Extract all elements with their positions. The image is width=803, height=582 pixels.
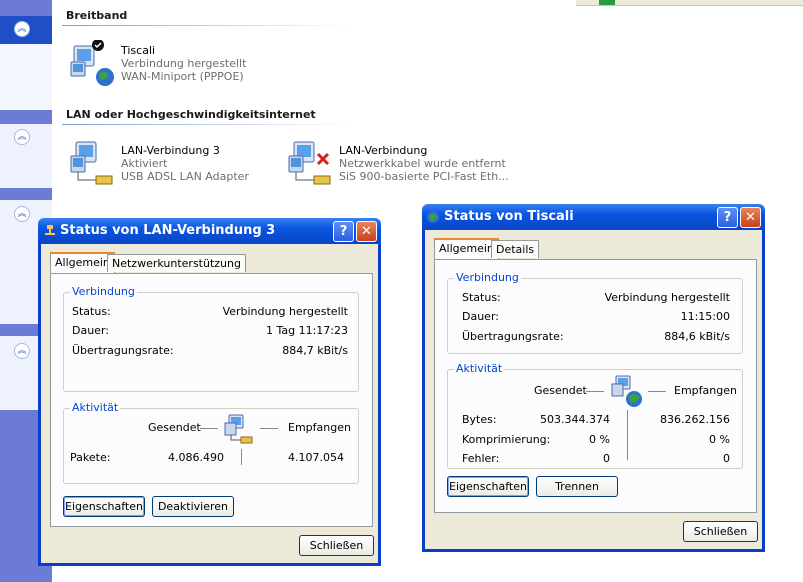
status-value: Verbindung hergestellt <box>222 305 348 318</box>
dialog-lan-status: Status von LAN-Verbindung 3 ? ✕ Allgemei… <box>38 218 381 566</box>
tab-general[interactable]: Allgemein <box>434 238 499 259</box>
disable-button[interactable]: Deaktivieren <box>152 496 234 517</box>
connection-status-tiscali: Verbindung hergestellt <box>121 57 247 70</box>
lan-disconnected-icon[interactable] <box>286 138 334 193</box>
packets-label: Pakete: <box>70 451 111 464</box>
sent-label: Gesendet <box>148 421 201 434</box>
globe-icon <box>427 211 439 223</box>
divider <box>200 428 218 429</box>
connection-device-tiscali: WAN-Miniport (PPPOE) <box>121 70 244 83</box>
go-icon[interactable] <box>599 0 615 5</box>
errors-label: Fehler: <box>462 452 500 465</box>
collapse-chevron-icon[interactable]: ︽ <box>14 21 30 37</box>
duration-label: Dauer: <box>462 310 499 323</box>
connection-status-lan: Netzwerkkabel wurde entfernt <box>339 157 506 170</box>
divider <box>627 410 628 460</box>
connection-device-lan3: USB ADSL LAN Adapter <box>121 170 249 183</box>
task-pane-block-1 <box>0 44 52 110</box>
compression-label: Komprimierung: <box>462 433 551 446</box>
connection-status-lan3: Aktiviert <box>121 157 168 170</box>
received-label: Empfangen <box>674 384 737 397</box>
network-icon <box>45 225 55 235</box>
help-button[interactable]: ? <box>717 207 738 228</box>
close-button[interactable]: Schließen <box>299 535 374 556</box>
speed-label: Übertragungsrate: <box>462 330 564 343</box>
divider <box>648 391 666 392</box>
bytes-received-value: 836.262.156 <box>660 413 730 426</box>
help-button[interactable]: ? <box>333 221 354 242</box>
group-activity-legend: Aktivität <box>454 362 505 375</box>
group-title-broadband: Breitband <box>66 9 128 22</box>
close-button[interactable]: Schließen <box>683 521 758 542</box>
divider <box>260 428 278 429</box>
properties-button[interactable]: Eigenschaften <box>63 496 145 517</box>
tab-panel-general: Verbindung Status: Verbindung hergestell… <box>50 273 373 527</box>
group-title-lan: LAN oder Hochgeschwindigkeitsinternet <box>66 108 316 121</box>
lan-connection-icon[interactable] <box>68 138 114 193</box>
divider <box>241 449 242 465</box>
group-connection: Verbindung Status: Verbindung hergestell… <box>447 271 743 354</box>
collapse-chevron-icon[interactable]: ︽ <box>14 129 30 145</box>
errors-sent-value: 0 <box>603 452 610 465</box>
group-activity: Aktivität Gesendet Empfangen Bytes: 503.… <box>447 362 743 469</box>
bytes-sent-value: 503.344.374 <box>540 413 610 426</box>
errors-received-value: 0 <box>723 452 730 465</box>
status-label: Status: <box>72 305 111 318</box>
packets-received-value: 4.107.054 <box>288 451 344 464</box>
collapse-chevron-icon[interactable]: ︽ <box>14 343 30 359</box>
dialog-tiscali-status: Status von Tiscali ? ✕ Allgemein Details… <box>422 204 765 552</box>
group-connection: Verbindung Status: Verbindung hergestell… <box>63 285 359 392</box>
speed-value: 884,6 kBit/s <box>664 330 730 343</box>
connection-name-lan[interactable]: LAN-Verbindung <box>339 144 427 157</box>
broadband-activity-icon <box>611 375 642 407</box>
disconnect-button[interactable]: Trennen <box>536 476 618 497</box>
received-label: Empfangen <box>288 421 351 434</box>
dialog-titlebar[interactable]: Status von Tiscali ? ✕ <box>422 204 765 230</box>
divider <box>586 391 604 392</box>
tab-details[interactable]: Details <box>491 240 540 258</box>
connection-device-lan: SiS 900-basierte PCI-Fast Eth... <box>339 170 509 183</box>
dialog-title: Status von LAN-Verbindung 3 <box>60 223 276 238</box>
collapse-chevron-icon[interactable]: ︽ <box>14 206 30 222</box>
dialog-title: Status von Tiscali <box>444 209 574 224</box>
packets-sent-value: 4.086.490 <box>168 451 224 464</box>
close-icon[interactable]: ✕ <box>740 207 761 228</box>
status-value: Verbindung hergestellt <box>604 291 730 304</box>
dialog-titlebar[interactable]: Status von LAN-Verbindung 3 ? ✕ <box>38 218 381 244</box>
status-label: Status: <box>462 291 501 304</box>
duration-value: 1 Tag 11:17:23 <box>265 324 348 337</box>
lan-activity-icon <box>224 414 253 444</box>
close-icon[interactable]: ✕ <box>356 221 377 242</box>
tab-network-support[interactable]: Netzwerkunterstützung <box>107 254 246 272</box>
broadband-connection-icon[interactable] <box>68 39 114 91</box>
group-activity: Aktivität Gesendet Empfangen Pakete: 4.0… <box>63 401 359 484</box>
tab-general[interactable]: Allgemein <box>50 252 115 273</box>
duration-value: 11:15:00 <box>680 310 730 323</box>
group-connection-legend: Verbindung <box>454 271 521 284</box>
group-activity-legend: Aktivität <box>70 401 121 414</box>
tab-panel-general: Verbindung Status: Verbindung hergestell… <box>434 259 757 513</box>
properties-button[interactable]: Eigenschaften <box>447 476 529 497</box>
compression-received-value: 0 % <box>709 433 730 446</box>
compression-sent-value: 0 % <box>589 433 610 446</box>
connection-name-tiscali[interactable]: Tiscali <box>121 44 155 57</box>
bytes-label: Bytes: <box>462 413 497 426</box>
duration-label: Dauer: <box>72 324 109 337</box>
speed-value: 884,7 kBit/s <box>282 344 348 357</box>
sent-label: Gesendet <box>534 384 587 397</box>
group-divider <box>62 25 352 26</box>
connection-name-lan3[interactable]: LAN-Verbindung 3 <box>121 144 220 157</box>
group-divider <box>62 124 352 125</box>
speed-label: Übertragungsrate: <box>72 344 174 357</box>
group-connection-legend: Verbindung <box>70 285 137 298</box>
